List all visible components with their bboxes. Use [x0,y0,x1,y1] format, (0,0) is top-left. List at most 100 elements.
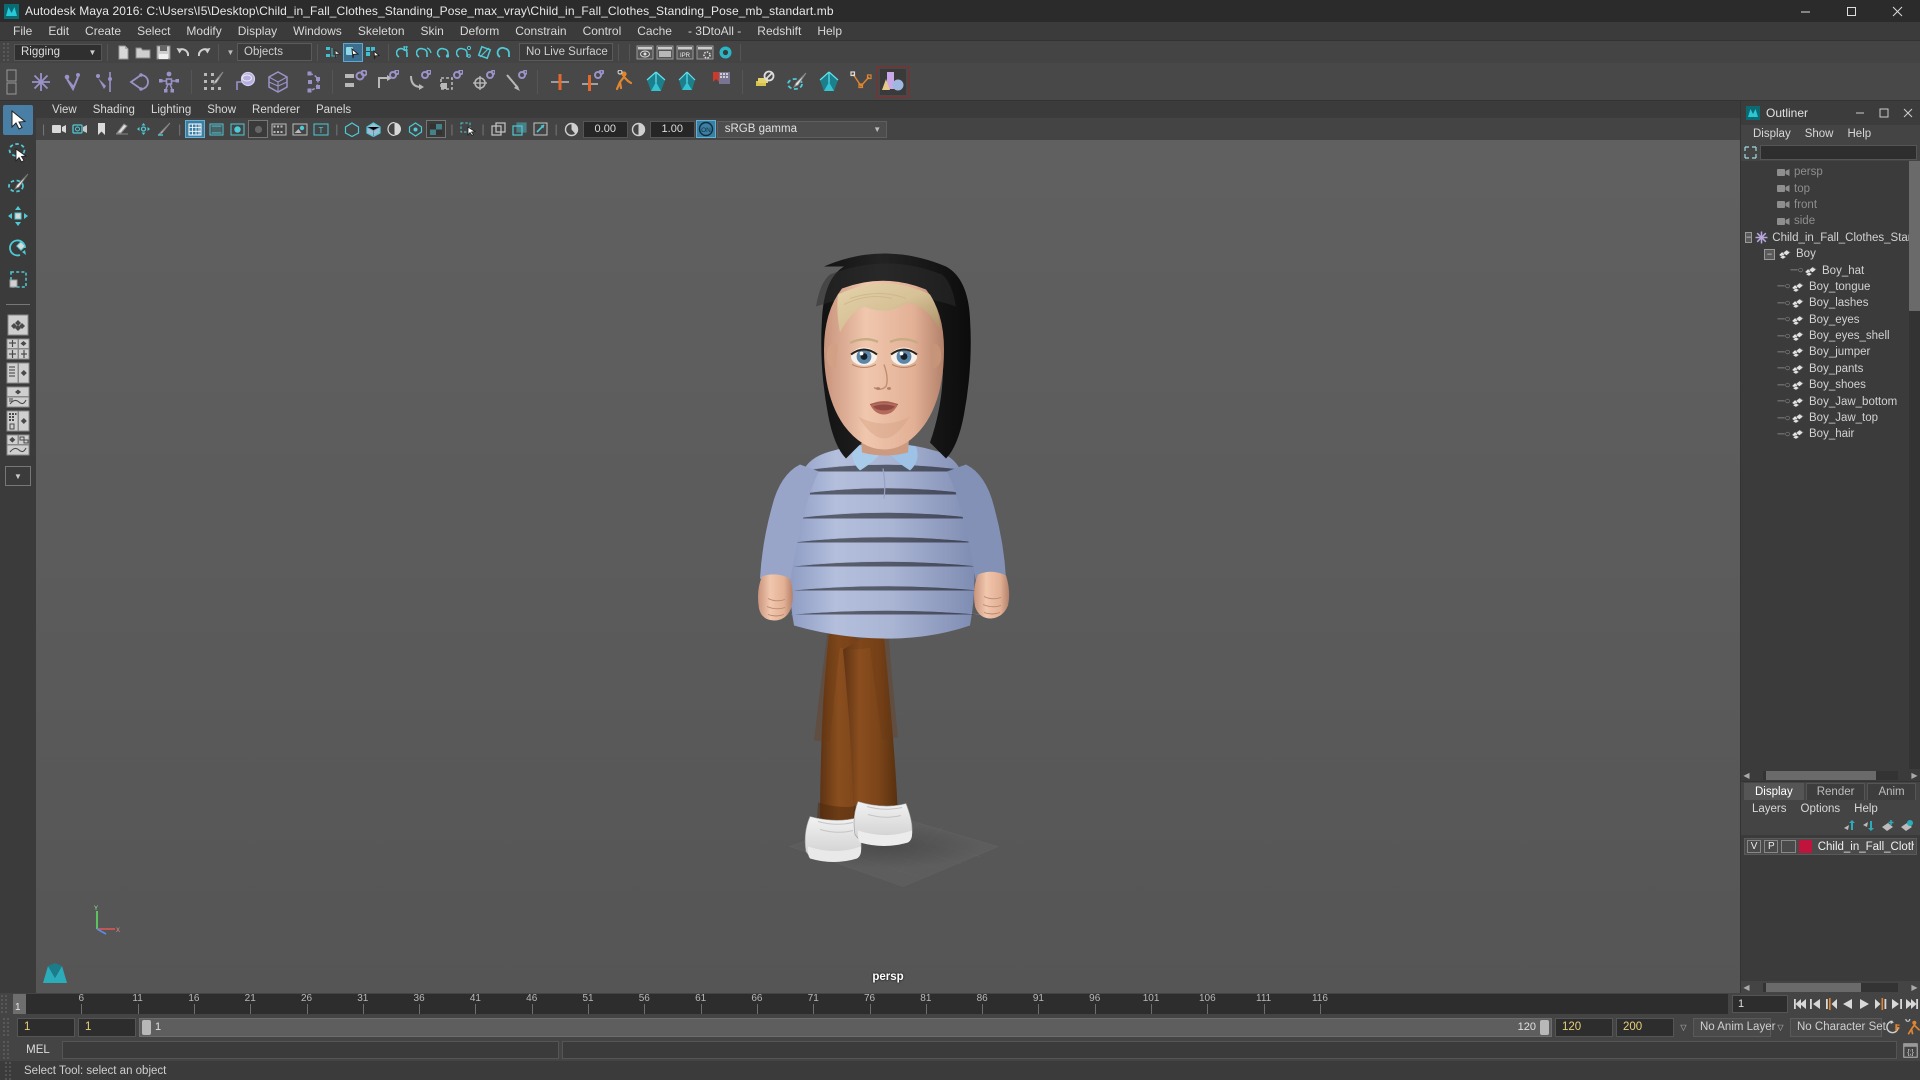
xray-display-icon[interactable] [342,120,362,138]
outliner-vertical-scrollbar[interactable] [1909,161,1920,769]
move-layer-down-icon[interactable] [1862,819,1876,833]
shelf-lattice-icon[interactable] [263,67,293,97]
select-camera-region-icon[interactable] [458,120,478,138]
render-settings-icon[interactable] [695,43,715,62]
shelf-character-set-icon[interactable] [609,67,639,97]
menu-select[interactable]: Select [129,23,178,39]
select-tool-button[interactable] [3,105,33,135]
layer-menu-options[interactable]: Options [1794,803,1848,815]
outliner-item-side[interactable]: side [1741,213,1920,229]
outliner-search-input[interactable] [1760,144,1917,160]
select-object-icon[interactable] [343,42,363,62]
display-layer-b-icon[interactable] [510,120,530,138]
menuset-dropdown[interactable]: Rigging ▼ [14,43,102,61]
outliner-item-boy_eyes_shell[interactable]: ─○ Boy_eyes_shell [1741,328,1920,344]
shelf-quick-rig-icon[interactable] [154,67,184,97]
character-set-field[interactable]: No Character Set [1790,1017,1886,1037]
layer-hscroll-thumb[interactable] [1766,982,1861,992]
shelf-blend-shape-icon[interactable] [641,67,671,97]
tab-render[interactable]: Render [1805,783,1866,800]
command-result-field[interactable] [562,1041,1897,1059]
magnet-icon[interactable] [494,43,514,62]
color-profile-dropdown[interactable]: sRGB gamma ▼ [716,120,887,138]
shelf-set-driven-key-icon[interactable] [577,67,607,97]
move-tool-button[interactable] [3,201,33,231]
shelf-cluster-icon[interactable] [295,67,325,97]
render-sequence-icon[interactable] [655,43,675,62]
scroll-right-icon[interactable]: ▶ [1909,771,1920,780]
shelf-hypershade-icon[interactable] [877,65,909,98]
viewport-background-icon[interactable] [426,120,447,138]
outliner-item-boy_hair[interactable]: ─○ Boy_hair [1741,426,1920,442]
menu-skin[interactable]: Skin [413,23,452,39]
bookmark-icon[interactable] [91,120,111,138]
render-region-icon[interactable] [531,120,551,138]
shelf-paint-skin-weights-icon[interactable] [199,67,229,97]
shelf-orient-constraint-icon[interactable] [404,67,434,97]
shelf-parent-constraint-icon[interactable] [340,67,370,97]
menu-deform[interactable]: Deform [452,23,507,39]
shelf-disable-layer-icon[interactable] [750,67,780,97]
new-scene-icon[interactable] [113,43,133,62]
snap-to-grid-icon[interactable] [394,43,414,62]
layout-persp-graph-outliner-button[interactable] [5,434,31,456]
layer-visibility-toggle[interactable]: V [1747,840,1762,853]
layer-row[interactable]: V P Child_in_Fall_Clothes_ [1744,838,1917,855]
anim-end-field[interactable]: 200 [1616,1017,1674,1037]
outliner-close-button[interactable] [1896,102,1920,124]
menu-display[interactable]: Display [230,23,285,39]
outliner-item-boy_tongue[interactable]: ─○ Boy_tongue [1741,279,1920,295]
move-layer-up-icon[interactable] [1843,819,1857,833]
play-forwards-button[interactable] [1856,994,1872,1014]
outliner-minimize-button[interactable] [1848,102,1872,124]
isolate-select-icon[interactable] [405,120,425,138]
outliner-item-boy_shoes[interactable]: ─○ Boy_shoes [1741,377,1920,393]
range-slider-track[interactable]: 1 120 [139,1017,1552,1037]
save-scene-icon[interactable] [153,43,173,62]
anim-start-field[interactable]: 1 [17,1017,75,1037]
outliner-item-child_in_fall_clothes_stand[interactable]: − Child_in_Fall_Clothes_Stand [1741,230,1920,246]
snap-to-curve-icon[interactable] [414,43,434,62]
menu-constrain[interactable]: Constrain [507,23,574,39]
menu-file[interactable]: File [5,23,40,39]
menu-edit[interactable]: Edit [40,23,77,39]
outliner-item-boy_jaw_top[interactable]: ─○ Boy_Jaw_top [1741,410,1920,426]
animation-preferences-icon[interactable] [1904,1017,1920,1037]
layer-color-swatch[interactable] [1798,840,1812,853]
command-line-gripper[interactable] [2,1040,11,1060]
shelf-point-constraint-icon[interactable] [372,67,402,97]
scale-tool-button[interactable] [3,265,33,295]
xray-joints-icon[interactable] [384,120,404,138]
shade-with-wireframe-icon[interactable] [248,120,269,138]
range-slider-gripper[interactable] [2,1017,11,1037]
menu-3dtoall[interactable]: - 3DtoAll - [680,23,749,39]
layer-scroll-right-icon[interactable]: ▶ [1909,983,1920,992]
live-surface-field[interactable]: No Live Surface [519,43,613,61]
exposure-icon[interactable] [562,120,582,138]
shelf-aim-constraint-icon[interactable] [468,67,498,97]
snap-to-view-plane-icon[interactable] [474,43,494,62]
viewport-menu-lighting[interactable]: Lighting [143,104,199,116]
range-start-handle[interactable] [142,1019,151,1035]
viewport-menu-panels[interactable]: Panels [308,104,359,116]
outliner-item-boy_jaw_bottom[interactable]: ─○ Boy_Jaw_bottom [1741,393,1920,409]
select-component-icon[interactable] [363,43,383,62]
outliner-item-top[interactable]: top [1741,180,1920,196]
use-all-lights-icon[interactable] [290,120,310,138]
shelf-scale-constraint-icon[interactable] [436,67,466,97]
time-slider-gripper[interactable] [0,994,9,1014]
shelf-mesh-icon[interactable] [814,67,844,97]
display-layer-a-icon[interactable] [489,120,509,138]
undo-icon[interactable] [173,43,193,62]
shelf-pole-vector-constraint-icon[interactable] [500,67,530,97]
lasso-select-tool-button[interactable] [3,137,33,167]
camera-attributes-icon[interactable] [70,120,90,138]
minimize-button[interactable] [1782,0,1828,22]
character-set-dropdown-arrow-icon[interactable]: ▽ [1774,1023,1787,1032]
range-end-handle[interactable] [1540,1019,1549,1035]
outliner-filter-icon[interactable] [1744,145,1757,159]
selection-mask-field[interactable]: Objects [237,43,312,61]
snap-to-point-icon[interactable] [434,43,454,62]
outliner-hscroll-track[interactable] [1763,770,1898,780]
status-line-gripper[interactable] [2,42,11,62]
